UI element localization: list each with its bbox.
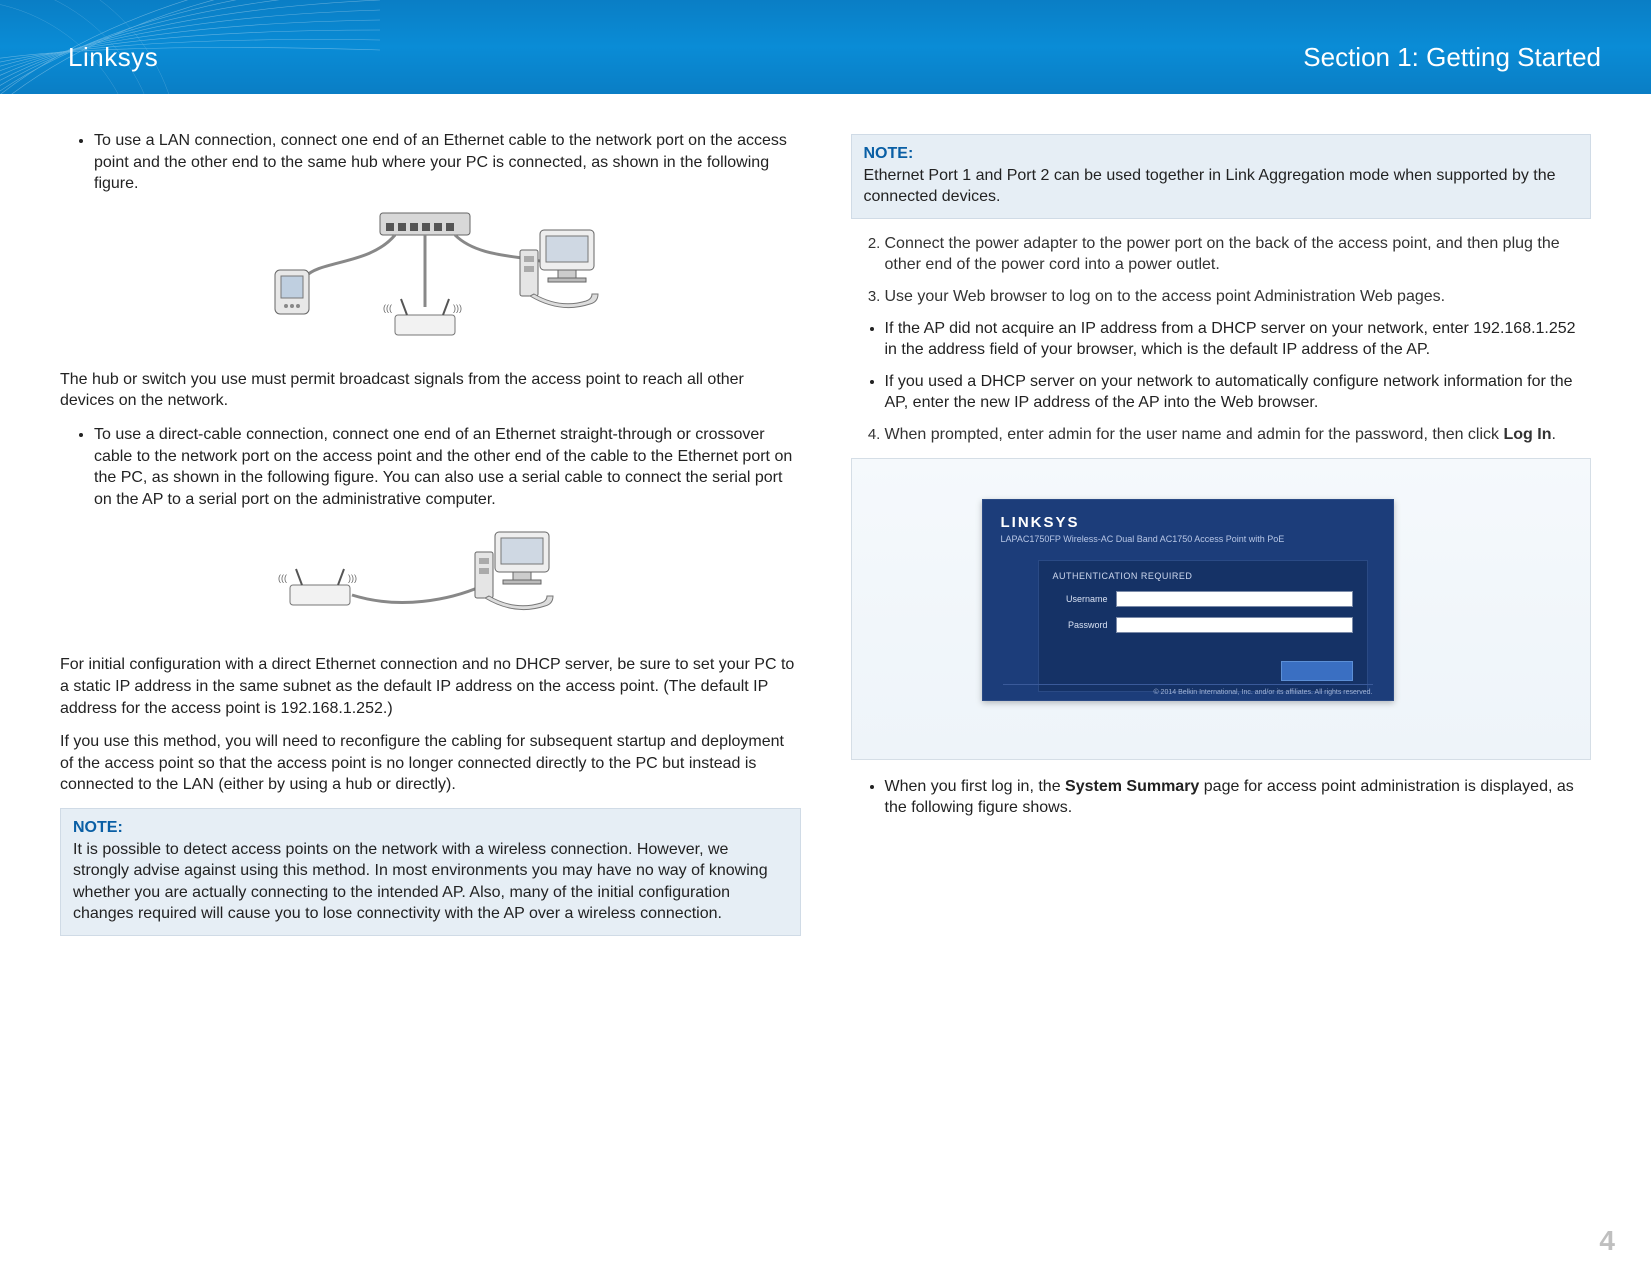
para-reconfigure: If you use this method, you will need to… <box>60 731 801 796</box>
para-hub-broadcast: The hub or switch you use must permit br… <box>60 369 801 412</box>
login-window: LINKSYS LAPAC1750FP Wireless-AC Dual Ban… <box>982 499 1394 701</box>
note-title: NOTE: <box>73 819 123 836</box>
login-username-input[interactable] <box>1116 591 1353 607</box>
login-username-label: Username <box>1053 594 1108 604</box>
bullet-lan: To use a LAN connection, connect one end… <box>94 130 801 195</box>
svg-text:(((: ((( <box>278 573 287 583</box>
doc-header: Linksys Section 1: Getting Started <box>0 0 1651 94</box>
note-wireless-warning: NOTE: It is possible to detect access po… <box>60 808 801 936</box>
left-column: To use a LAN connection, connect one end… <box>60 124 801 950</box>
step-4-text-a: When prompted, enter admin for the user … <box>885 426 1504 443</box>
login-submit-button[interactable] <box>1281 661 1353 681</box>
note-body: Ethernet Port 1 and Port 2 can be used t… <box>864 167 1556 206</box>
svg-text:))): ))) <box>453 303 462 313</box>
header-wave-decor <box>0 0 380 94</box>
login-footer-text: © 2014 Belkin International, Inc. and/or… <box>1153 689 1372 696</box>
bullet-dhcp: If you used a DHCP server on your networ… <box>885 371 1592 414</box>
svg-text:(((: ((( <box>383 303 392 313</box>
section-title: Section 1: Getting Started <box>1303 42 1601 73</box>
brand-label: Linksys <box>68 42 158 73</box>
login-footer-divider <box>1003 684 1373 686</box>
bullet-direct: To use a direct-cable connection, connec… <box>94 424 801 510</box>
login-password-input[interactable] <box>1116 617 1353 633</box>
note-link-aggregation: NOTE: Ethernet Port 1 and Port 2 can be … <box>851 134 1592 219</box>
summary-text-a: When you first log in, the <box>885 778 1066 795</box>
login-panel-title: AUTHENTICATION REQUIRED <box>1053 571 1353 581</box>
login-model: LAPAC1750FP Wireless-AC Dual Band AC1750… <box>1001 534 1285 544</box>
para-initial-config: For initial configuration with a direct … <box>60 654 801 719</box>
figure-direct-topology: ((( ))) <box>60 520 801 640</box>
step-2: Connect the power adapter to the power p… <box>885 233 1592 276</box>
step-4-login-bold: Log In <box>1503 426 1551 443</box>
step-3: Use your Web browser to log on to the ac… <box>885 286 1592 308</box>
bullet-no-dhcp: If the AP did not acquire an IP address … <box>885 318 1592 361</box>
login-password-label: Password <box>1053 620 1108 630</box>
page-number: 4 <box>1599 1225 1615 1257</box>
login-brand: LINKSYS <box>1001 514 1080 531</box>
svg-text:))): ))) <box>348 573 357 583</box>
bullet-system-summary: When you first log in, the System Summar… <box>885 776 1592 819</box>
step-4: When prompted, enter admin for the user … <box>885 424 1592 446</box>
right-column: NOTE: Ethernet Port 1 and Port 2 can be … <box>851 124 1592 950</box>
page-body: To use a LAN connection, connect one end… <box>0 94 1651 990</box>
note-body: It is possible to detect access points o… <box>73 841 768 923</box>
step-4-text-c: . <box>1551 426 1555 443</box>
figure-lan-topology: ((( ))) <box>60 205 801 355</box>
login-auth-panel: AUTHENTICATION REQUIRED Username Passwor… <box>1038 560 1368 692</box>
figure-login-screenshot: LINKSYS LAPAC1750FP Wireless-AC Dual Ban… <box>851 458 1592 760</box>
summary-bold: System Summary <box>1065 778 1199 795</box>
note-title: NOTE: <box>864 145 914 162</box>
